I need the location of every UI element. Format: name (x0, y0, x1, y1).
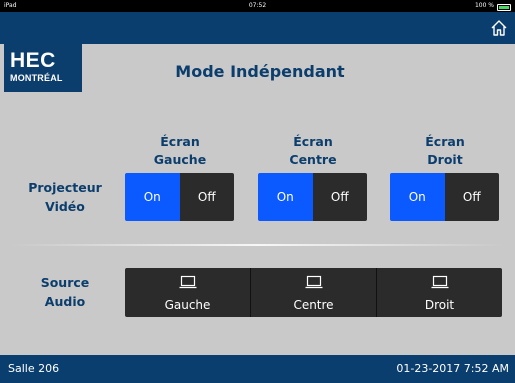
logo-line1: HEC (10, 49, 56, 72)
projector-left-toggle: On Off (125, 173, 234, 221)
screen-center-header-line1: Écran (293, 134, 333, 149)
audio-label: Source Audio (10, 273, 120, 311)
footer-bar: Salle 206 01-23-2017 7:52 AM (0, 355, 515, 383)
section-divider (10, 244, 505, 246)
projector-label: Projecteur Vidéo (10, 178, 120, 216)
projector-center-on-button[interactable]: On (258, 173, 313, 221)
status-right: 100 % (475, 0, 511, 12)
room-label: Salle 206 (8, 362, 60, 375)
projector-right-on-button[interactable]: On (390, 173, 445, 221)
home-button[interactable] (489, 18, 509, 38)
status-bar: iPad 07:52 100 % (0, 0, 515, 12)
projector-center-off-button[interactable]: Off (312, 173, 367, 221)
logo-line2: MONTRÉAL (10, 73, 63, 83)
screen-center-header: Écran Centre (258, 133, 368, 169)
laptop-icon (431, 275, 448, 289)
audio-source-center-button[interactable]: Centre (251, 268, 377, 317)
laptop-icon (305, 275, 322, 289)
audio-label-line1: Source (40, 275, 90, 290)
projector-label-line2: Vidéo (45, 199, 85, 214)
audio-source-left-button[interactable]: Gauche (125, 268, 251, 317)
laptop-icon (179, 275, 196, 289)
audio-source-right-label: Droit (424, 298, 455, 312)
audio-source-right-button[interactable]: Droit (377, 268, 502, 317)
audio-source-center-label: Centre (293, 298, 334, 312)
audio-source-left-label: Gauche (164, 298, 211, 312)
projector-left-on-button[interactable]: On (125, 173, 180, 221)
projector-center-toggle: On Off (258, 173, 367, 221)
screen-left-header: Écran Gauche (125, 133, 235, 169)
datetime-label: 01-23-2017 7:52 AM (396, 362, 509, 375)
screen-left-header-line1: Écran (160, 134, 200, 149)
battery-label: 100 % (474, 2, 494, 9)
screen-right-header: Écran Droit (390, 133, 500, 169)
top-bar (0, 12, 515, 44)
battery-icon (497, 4, 511, 11)
projector-left-off-button[interactable]: Off (179, 173, 234, 221)
projector-right-off-button[interactable]: Off (444, 173, 499, 221)
screen-right-header-line2: Droit (427, 152, 463, 167)
projector-label-line1: Projecteur (28, 180, 102, 195)
projector-right-toggle: On Off (390, 173, 499, 221)
page-title: Mode Indépendant (175, 62, 345, 81)
audio-label-line2: Audio (44, 294, 86, 309)
home-icon (491, 20, 507, 36)
status-time: 07:52 (248, 2, 267, 9)
audio-source-group: Gauche Centre Droit (125, 268, 502, 317)
hec-montreal-logo: HEC MONTRÉAL (4, 44, 82, 92)
screen-right-header-line1: Écran (425, 134, 465, 149)
screen-center-header-line2: Centre (289, 152, 337, 167)
screen-left-header-line2: Gauche (153, 152, 207, 167)
